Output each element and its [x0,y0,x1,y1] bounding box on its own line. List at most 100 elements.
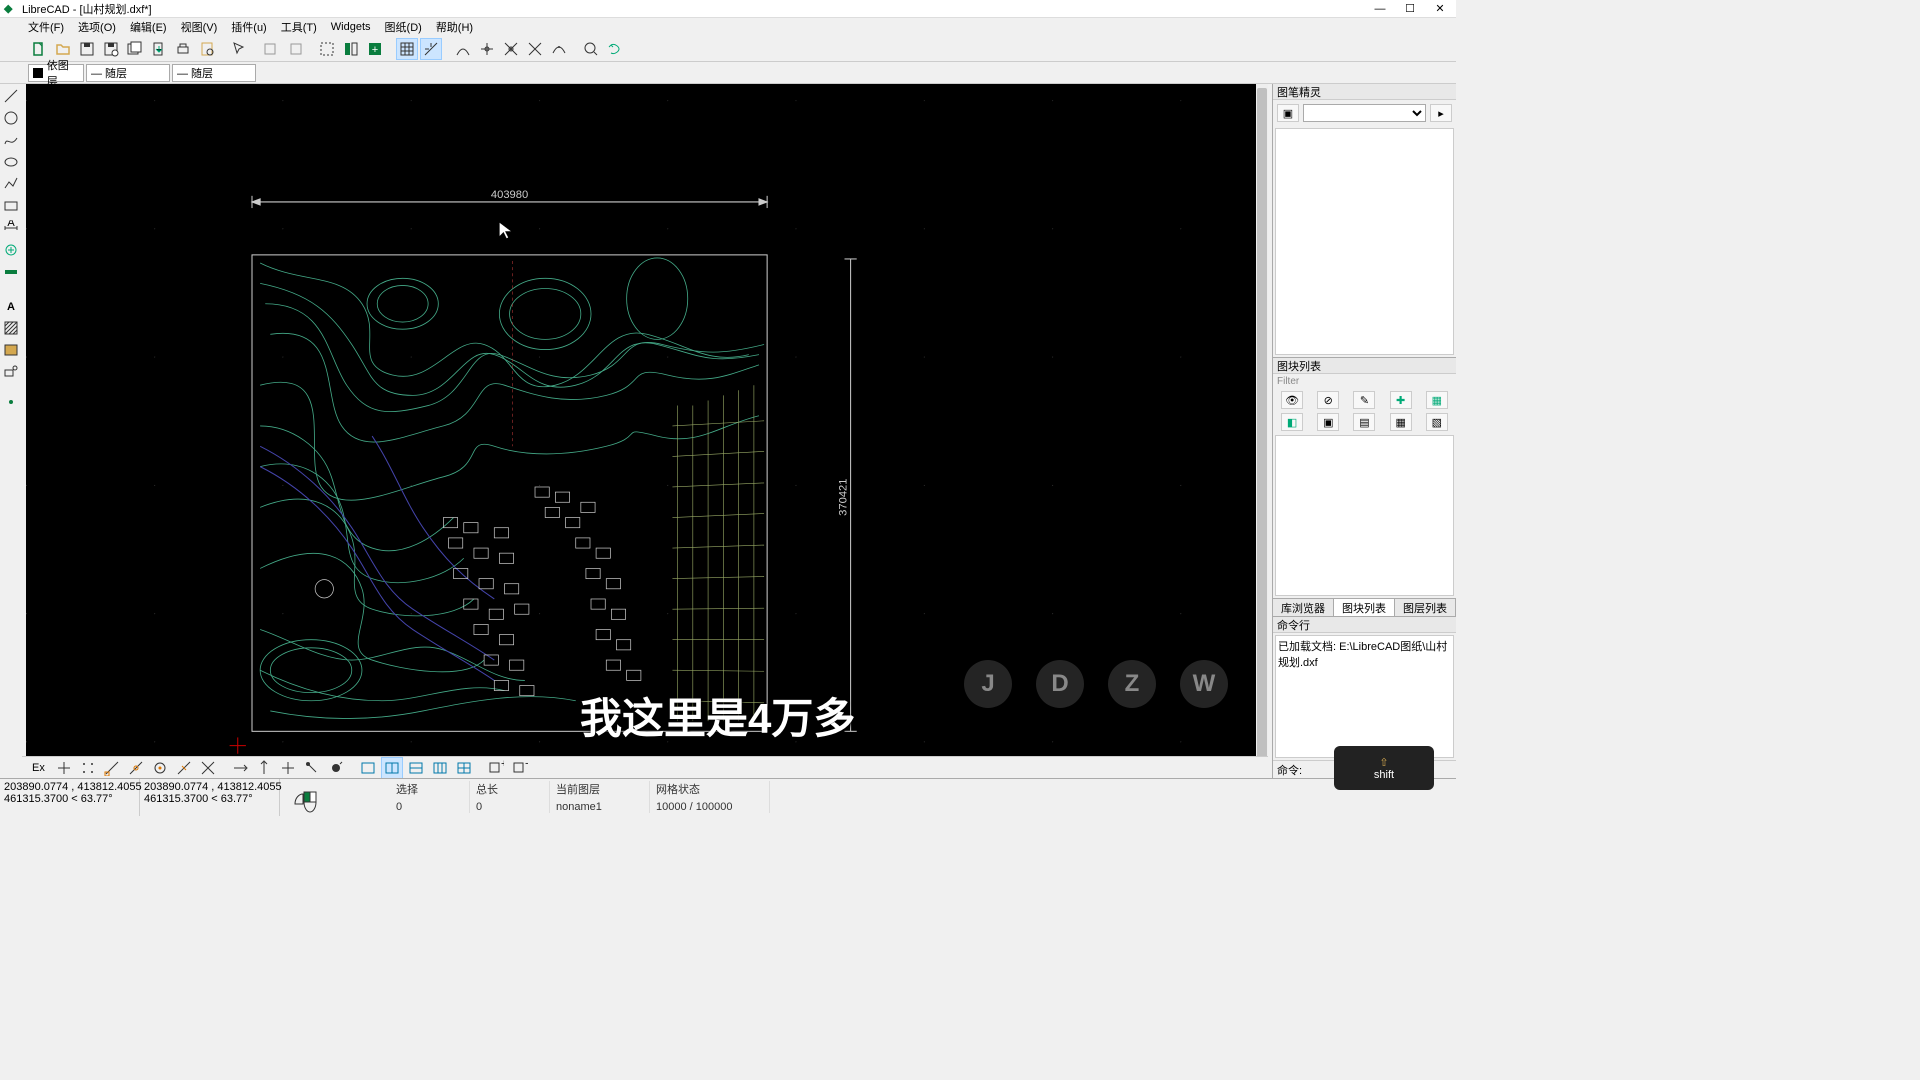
snap-grid-button[interactable] [77,757,99,779]
zoom-in-button[interactable] [580,38,602,60]
tab-blocks[interactable]: 图块列表 [1334,599,1395,616]
svg-text:−: − [525,760,528,770]
status-layer: 当前图层noname1 [550,781,650,813]
line-tool[interactable] [1,86,21,106]
polyline-tool[interactable] [1,174,21,194]
block-btn-6[interactable]: ◧ [1281,413,1303,431]
block-btn-9[interactable]: ▦ [1390,413,1412,431]
view-tilev-button[interactable] [429,757,451,779]
snap-mid-button[interactable] [476,38,498,60]
snap-free-button[interactable] [53,757,75,779]
snap-end-button[interactable] [452,38,474,60]
circle-tool[interactable] [1,108,21,128]
zoom-tool[interactable] [1,240,21,260]
menu-help[interactable]: 帮助(H) [436,19,473,35]
zoom-window-button[interactable] [316,38,338,60]
menu-view[interactable]: 视图(V) [181,19,218,35]
save-as-button[interactable] [100,38,122,60]
view-tile4-button[interactable] [453,757,475,779]
pen-select[interactable] [1303,104,1426,122]
status-coords-1: 203890.0774 , 413812.4055 461315.3700 < … [0,779,140,816]
menu-file[interactable]: 文件(F) [28,19,64,35]
rectangle-tool[interactable] [1,196,21,216]
status-coords-2: 203890.0774 , 413812.4055 461315.3700 < … [140,779,280,816]
block-rename-button[interactable]: ✎ [1353,391,1375,409]
block-btn-8[interactable]: ▤ [1353,413,1375,431]
linetype-combo[interactable]: — 随层 [86,64,170,82]
snap-tangent-button[interactable] [548,38,570,60]
text-tool[interactable]: A [1,296,21,316]
dimension-horizontal: 403980 [491,189,528,201]
block-tool[interactable] [1,362,21,382]
svg-text:+: + [501,760,504,770]
svg-text:A: A [7,220,15,229]
restrict-ortho-button[interactable] [253,757,275,779]
menu-options[interactable]: 选项(O) [78,19,116,35]
minimize-button[interactable]: — [1374,3,1386,15]
point-tool[interactable] [1,392,21,412]
save-button[interactable] [76,38,98,60]
pen-panel-header: 图笔精灵 [1273,84,1456,100]
snap-onentity-button[interactable] [125,757,147,779]
pen-apply-button[interactable]: ▸ [1430,104,1452,122]
block-btn-7[interactable]: ▣ [1317,413,1339,431]
canvas-area[interactable]: 403980 370421 [26,84,1268,778]
curve-tool[interactable] [1,130,21,150]
block-btn-10[interactable]: ▧ [1426,413,1448,431]
rel-zero-button[interactable] [325,757,347,779]
maximize-button[interactable]: ☐ [1404,3,1416,15]
block-remove-button[interactable]: ▦ [1426,391,1448,409]
hatch-tool[interactable] [1,318,21,338]
save-all-button[interactable] [124,38,146,60]
redo-button[interactable] [284,38,306,60]
menu-tools[interactable]: 工具(T) [281,19,317,35]
menu-drawing[interactable]: 图纸(D) [385,19,422,35]
zoom-auto-button[interactable]: + [364,38,386,60]
mouse-status-icon [290,786,320,816]
view-cascade-button[interactable] [381,757,403,779]
grid-toggle-button[interactable] [396,38,418,60]
snap-endpoint-button[interactable] [101,757,123,779]
dimension-tool[interactable]: A [1,218,21,238]
tab-library[interactable]: 库浏览器 [1273,599,1334,616]
block-show-button[interactable]: 👁 [1281,391,1303,409]
menu-plugins[interactable]: 插件(u) [231,19,266,35]
ellipse-tool[interactable] [1,152,21,172]
tab-layers[interactable]: 图层列表 [1395,599,1456,616]
zoom-redraw-button[interactable] [604,38,626,60]
view-single-button[interactable] [357,757,379,779]
ortho-toggle-button[interactable] [420,38,442,60]
image-tool[interactable] [1,340,21,360]
remove-view-button[interactable]: − [509,757,531,779]
lineweight-combo[interactable]: — 随层 [172,64,256,82]
snap-middle-button[interactable] [173,757,195,779]
drawing-canvas[interactable]: 403980 370421 [26,84,1268,778]
select-button[interactable] [228,38,250,60]
pen-pick-button[interactable]: ▣ [1277,104,1299,122]
menu-widgets[interactable]: Widgets [331,21,371,33]
block-hide-button[interactable]: ⊘ [1317,391,1339,409]
snap-dist-button[interactable] [197,757,219,779]
menu-edit[interactable]: 编辑(E) [130,19,167,35]
cmd-panel-header: 命令行 [1273,617,1456,633]
restrict-nothing-button[interactable] [229,757,251,779]
cmd-prompt: 命令: [1277,762,1302,778]
restrict-horiz-button[interactable] [277,757,299,779]
restrict-vert-button[interactable] [301,757,323,779]
snap-intersection-button[interactable] [524,38,546,60]
view-tileh-button[interactable] [405,757,427,779]
print-button[interactable] [172,38,194,60]
zoom-extents-button[interactable] [340,38,362,60]
add-view-button[interactable]: + [485,757,507,779]
layer-color-combo[interactable]: 依图层 [28,64,84,82]
block-list[interactable] [1275,435,1454,596]
export-button[interactable] [148,38,170,60]
print-preview-button[interactable] [196,38,218,60]
close-button[interactable]: ✕ [1434,3,1446,15]
undo-button[interactable] [260,38,282,60]
snap-center-button2[interactable] [149,757,171,779]
vertical-scrollbar[interactable] [1256,84,1268,766]
measure-tool[interactable] [1,262,21,282]
snap-center-button[interactable] [500,38,522,60]
block-add-button[interactable]: ✚ [1390,391,1412,409]
